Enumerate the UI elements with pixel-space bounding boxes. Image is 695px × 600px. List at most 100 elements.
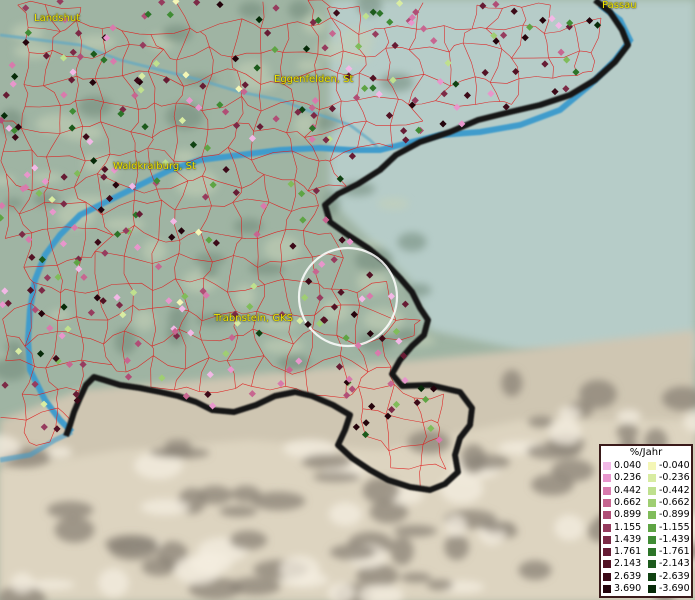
hill-shade xyxy=(363,308,404,332)
legend-value-negative: -0.442 xyxy=(659,484,690,496)
legend-swatch-positive xyxy=(603,585,611,593)
map-canvas xyxy=(0,0,695,600)
legend-swatch-negative xyxy=(648,548,656,557)
town-label-eggenfelden: Eggenfelden, St xyxy=(274,74,354,85)
mountain-shade xyxy=(301,453,352,470)
legend-swatch-negative xyxy=(648,560,656,569)
mountain-shade xyxy=(444,534,470,561)
legend-value-negative: -2.639 xyxy=(659,570,690,582)
legend-value-negative: -0.899 xyxy=(659,509,690,521)
mountain-shade xyxy=(554,514,585,541)
mountain-shade xyxy=(140,498,190,516)
map-view[interactable]: Landshut Passau Eggenfelden, St Waldkrai… xyxy=(0,0,695,600)
legend-row: 1.155 -1.155 xyxy=(603,522,693,534)
legend-value-positive: 1.439 xyxy=(614,533,642,545)
legend-value-negative: -1.155 xyxy=(659,521,690,533)
mountain-shade xyxy=(518,560,552,580)
legend-swatch-positive xyxy=(603,535,611,544)
legend-value-positive: 0.899 xyxy=(614,509,642,521)
legend-swatch-negative xyxy=(648,462,656,470)
legend-swatch-negative xyxy=(648,474,656,483)
hill-shade xyxy=(379,73,414,92)
mountain-shade xyxy=(390,536,414,566)
mountain-shade xyxy=(579,379,617,409)
hill-shade xyxy=(248,261,285,276)
mountain-shade xyxy=(329,544,376,561)
mountain-shade xyxy=(279,555,321,584)
legend-row: 0.899 -0.899 xyxy=(603,509,693,521)
legend-row: 2.639 -2.639 xyxy=(603,571,693,583)
hill-shade xyxy=(262,338,305,354)
hill-shade xyxy=(377,197,410,210)
mountain-shade xyxy=(98,568,129,598)
mountain-shade xyxy=(558,406,581,421)
legend-swatch-positive xyxy=(603,474,611,483)
legend-value-positive: 3.690 xyxy=(614,583,642,594)
hill-shade xyxy=(78,95,112,117)
legend-value-positive: 2.639 xyxy=(614,570,642,582)
mountain-shade xyxy=(47,446,72,459)
legend-row: 0.236 -0.236 xyxy=(603,472,693,484)
hill-shade xyxy=(397,232,427,252)
hill-shade xyxy=(236,75,277,91)
legend-row: 1.439 -1.439 xyxy=(603,534,693,546)
legend-row: 0.662 -0.662 xyxy=(603,497,693,509)
legend-swatch-positive xyxy=(603,498,611,507)
legend-value-negative: -3.690 xyxy=(659,583,690,594)
mountain-shade xyxy=(426,579,454,591)
legend-swatch-negative xyxy=(648,535,656,544)
mountain-shade xyxy=(108,536,159,561)
legend-row: 3.690 -3.690 xyxy=(603,583,693,595)
town-label-passau: Passau xyxy=(602,0,637,11)
hill-shade xyxy=(238,1,265,18)
legend-swatch-positive xyxy=(603,511,611,520)
legend-value-negative: -0.662 xyxy=(659,496,690,508)
mountain-shade xyxy=(164,439,192,452)
hill-shade xyxy=(133,309,155,331)
legend-value-negative: -0.236 xyxy=(659,472,690,484)
mountain-shade xyxy=(549,418,581,446)
mountain-shade xyxy=(526,443,582,460)
mountain-shade xyxy=(616,423,639,442)
legend-value-positive: 0.442 xyxy=(614,484,642,496)
legend-swatch-negative xyxy=(648,511,656,520)
legend-swatch-positive xyxy=(603,572,611,581)
town-label-trabnstein: Trabnstein, GKS xyxy=(214,313,293,324)
legend-swatch-positive xyxy=(603,560,611,569)
hill-shade xyxy=(32,193,60,207)
hill-shade xyxy=(357,331,394,352)
hill-shade xyxy=(103,217,145,231)
hill-shade xyxy=(174,169,219,197)
hill-shade xyxy=(77,35,116,51)
legend-swatch-positive xyxy=(603,462,611,470)
legend-swatch-negative xyxy=(648,572,656,581)
legend-swatch-positive xyxy=(603,548,611,557)
mountain-shade xyxy=(551,459,595,482)
mountain-shade xyxy=(10,572,34,594)
legend-value-positive: 0.236 xyxy=(614,472,642,484)
legend-value-positive: 0.662 xyxy=(614,496,642,508)
mountain-shade xyxy=(197,485,233,505)
hill-shade xyxy=(142,239,167,263)
hill-shade xyxy=(49,310,71,321)
legend-row: 2.143 -2.143 xyxy=(603,558,693,570)
legend-value-positive: 1.155 xyxy=(614,521,642,533)
legend-swatch-positive xyxy=(603,523,611,532)
mountain-shade xyxy=(501,369,523,397)
legend-title: %/Jahr xyxy=(629,447,663,458)
legend-swatch-negative xyxy=(648,498,656,507)
mountain-shade xyxy=(616,409,642,424)
hill-shade xyxy=(294,113,314,137)
mountain-shade xyxy=(46,501,94,519)
legend-value-positive: 0.040 xyxy=(614,460,642,471)
legend-value-negative: -0.040 xyxy=(659,460,690,471)
mountain-shade xyxy=(460,444,487,475)
mountain-shade xyxy=(312,471,361,483)
mountain-shade xyxy=(407,430,451,454)
hill-shade xyxy=(288,0,311,20)
mountain-shade xyxy=(528,416,554,428)
mountain-shade xyxy=(479,521,515,532)
mountain-shade xyxy=(445,515,467,537)
mountain-shade xyxy=(174,555,221,585)
legend-row: 0.442 -0.442 xyxy=(603,485,693,497)
